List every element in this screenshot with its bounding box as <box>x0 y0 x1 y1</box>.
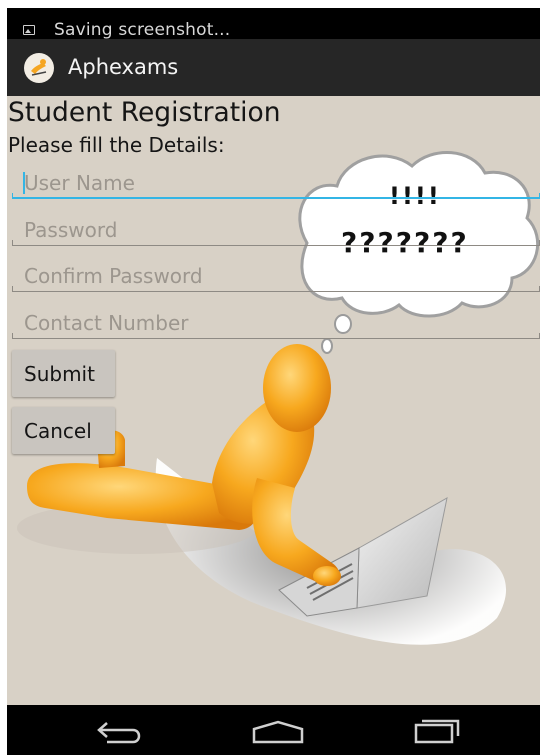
confirm-password-input[interactable] <box>12 256 540 296</box>
confirm-password-underline <box>12 286 540 292</box>
cancel-button[interactable]: Cancel <box>12 407 115 454</box>
back-icon[interactable] <box>95 719 147 745</box>
page-title: Student Registration <box>8 97 281 128</box>
password-input[interactable] <box>12 210 540 250</box>
notification-text: Saving screenshot... <box>54 20 231 40</box>
submit-button[interactable]: Submit <box>12 350 115 397</box>
app-logo-icon[interactable] <box>24 53 54 83</box>
text-cursor <box>23 172 25 194</box>
navigation-bar <box>7 705 540 755</box>
username-field-wrapper <box>12 163 540 203</box>
contact-number-input[interactable] <box>12 303 540 343</box>
confirm-password-field-wrapper <box>12 256 540 296</box>
status-bar: Saving screenshot... <box>7 8 540 40</box>
home-icon[interactable] <box>250 719 306 745</box>
screenshot-notification-icon <box>23 25 35 35</box>
contact-number-field-wrapper <box>12 303 540 343</box>
app-title: Aphexams <box>68 55 179 79</box>
recent-apps-icon[interactable] <box>412 717 464 745</box>
password-field-wrapper <box>12 210 540 250</box>
contact-number-underline <box>12 333 540 339</box>
action-bar: Aphexams <box>7 39 540 96</box>
form-instructions: Please fill the Details: <box>8 133 225 157</box>
username-underline <box>12 193 540 199</box>
password-underline <box>12 240 540 246</box>
app-screen: !!!! ??????? Saving screenshot... Aphexa… <box>7 8 540 755</box>
